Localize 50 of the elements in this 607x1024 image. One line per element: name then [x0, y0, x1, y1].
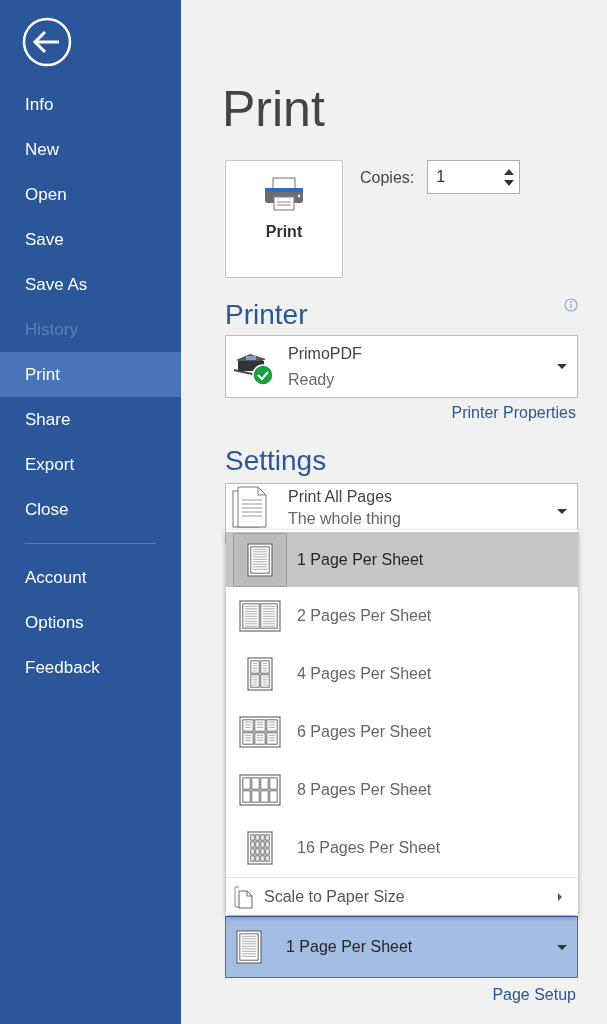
menu-item[interactable]: Scale to Paper Size	[226, 877, 578, 915]
pages-icon	[232, 486, 268, 528]
sidebar-item[interactable]: Info	[0, 82, 181, 127]
sidebar-item[interactable]: Close	[0, 487, 181, 532]
sidebar-item[interactable]: Share	[0, 397, 181, 442]
section-heading: Settings	[225, 444, 327, 478]
page-layout-icon	[247, 542, 273, 577]
menu-item[interactable]: 4 Pages Per Sheet	[226, 645, 578, 703]
pages-description: The whole thing	[288, 509, 402, 529]
info-icon	[564, 298, 578, 312]
sidebar-item[interactable]: New	[0, 127, 181, 172]
pages-option: Print All Pages	[288, 486, 557, 507]
page-layout-icon	[239, 600, 281, 632]
print-button[interactable]: Print	[225, 160, 343, 278]
printer-status: Ready	[288, 370, 336, 389]
copies-field[interactable]: 1	[427, 160, 521, 194]
section-heading: Printer	[225, 298, 308, 332]
sidebar-item[interactable]: Save As	[0, 262, 181, 307]
submenu-arrow-icon	[558, 892, 562, 901]
sidebar-item[interactable]: Print	[0, 352, 181, 397]
printer-dropdown[interactable]: PrimoPDF Ready	[225, 335, 578, 398]
page-layout-icon	[239, 716, 281, 748]
menu-item[interactable]: 2 Pages Per Sheet	[226, 587, 578, 645]
printer-icon	[264, 176, 304, 211]
back-button[interactable]	[22, 17, 72, 67]
menu-item[interactable]: 8 Pages Per Sheet	[226, 761, 578, 819]
copies-label: Copies:	[360, 169, 415, 187]
sidebar-item[interactable]: Options	[0, 600, 181, 645]
sidebar-item[interactable]: Open	[0, 172, 181, 217]
page-title: Print	[222, 80, 326, 139]
spinner-arrows-icon	[503, 167, 516, 187]
menu-item[interactable]: 6 Pages Per Sheet	[226, 703, 578, 761]
scale-page-icon	[234, 884, 254, 909]
page-layout-icon	[247, 831, 273, 865]
printer-name: PrimoPDF	[288, 344, 363, 363]
page-layout-icon	[247, 657, 273, 691]
dropdown-arrow-icon	[557, 944, 567, 950]
sidebar-item[interactable]: Feedback	[0, 645, 181, 690]
menu-item[interactable]: 1 Page Per Sheet	[226, 532, 578, 587]
page-layout-icon	[239, 774, 281, 806]
dropdown-arrow-icon	[557, 509, 567, 514]
printer-properties-link[interactable]: Printer Properties	[225, 404, 576, 422]
sidebar-item[interactable]: Account	[0, 555, 181, 600]
sidebar-item[interactable]: Export	[0, 442, 181, 487]
page-layout-icon	[236, 930, 262, 964]
menu-item[interactable]: 16 Pages Per Sheet	[226, 819, 578, 877]
dropdown-arrow-icon	[557, 364, 567, 369]
sidebar-item[interactable]: Save	[0, 217, 181, 262]
pages-per-sheet-dropdown[interactable]: 1 Page Per Sheet	[225, 916, 578, 978]
page-setup-link[interactable]: Page Setup	[225, 986, 576, 1004]
